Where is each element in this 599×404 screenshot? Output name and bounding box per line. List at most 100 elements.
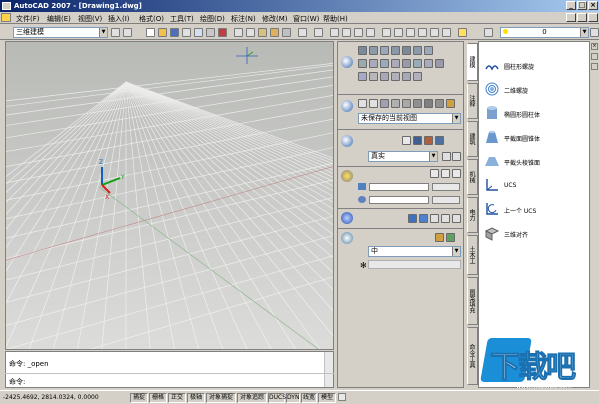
chevron-down-icon[interactable]: ▼ bbox=[580, 28, 588, 37]
material-edit-icon[interactable] bbox=[452, 214, 461, 223]
minimize-button[interactable]: _ bbox=[566, 1, 576, 10]
3d-make-icon[interactable] bbox=[341, 56, 353, 68]
undo-icon[interactable] bbox=[298, 28, 307, 37]
planar-surface-icon[interactable] bbox=[402, 72, 411, 81]
top-view-icon[interactable] bbox=[435, 99, 444, 108]
material-sphere-icon[interactable] bbox=[408, 214, 417, 223]
document-icon[interactable] bbox=[1, 13, 11, 22]
conceptual-style-icon[interactable] bbox=[424, 136, 433, 145]
material-attach-icon[interactable] bbox=[430, 214, 439, 223]
point-light-icon[interactable] bbox=[430, 169, 439, 178]
style-option-icon[interactable] bbox=[442, 152, 451, 161]
grid-toggle[interactable]: 栅格 bbox=[149, 393, 167, 403]
subtract-icon[interactable] bbox=[424, 59, 433, 68]
zoom-view-icon[interactable] bbox=[369, 99, 378, 108]
render-env-field[interactable] bbox=[368, 260, 461, 269]
3d-dwf-icon[interactable] bbox=[218, 28, 227, 37]
spot-light-icon[interactable] bbox=[441, 169, 450, 178]
workspace-select[interactable]: 三维建模 ▼ bbox=[13, 27, 108, 38]
match-properties-icon[interactable] bbox=[270, 28, 279, 37]
tool-ucs-previous[interactable]: 上一个 UCS bbox=[484, 201, 594, 219]
menu-window[interactable]: 窗口(W) bbox=[293, 14, 319, 24]
fly-icon[interactable] bbox=[413, 99, 422, 108]
tab-hatch[interactable]: 图案填充 bbox=[467, 277, 478, 325]
slice-icon[interactable] bbox=[358, 72, 367, 81]
doc-restore-button[interactable] bbox=[577, 13, 587, 22]
chevron-down-icon[interactable]: ▼ bbox=[452, 114, 460, 123]
open-file-icon[interactable] bbox=[158, 28, 167, 37]
visual-style-select[interactable]: 真实 ▼ bbox=[368, 151, 438, 162]
render-setup-icon[interactable] bbox=[435, 233, 444, 242]
cylinder-icon[interactable] bbox=[369, 46, 378, 55]
tool-3d-align[interactable]: 三维对齐 bbox=[484, 225, 594, 243]
doc-minimize-button[interactable] bbox=[566, 13, 576, 22]
manage-styles-icon[interactable] bbox=[435, 136, 444, 145]
material-detach-icon[interactable] bbox=[441, 214, 450, 223]
palette-properties-icon[interactable] bbox=[591, 63, 598, 70]
layer-select[interactable]: 0 ▼ bbox=[500, 27, 589, 38]
toolbar-lock-icon[interactable] bbox=[123, 28, 132, 37]
workspace-settings-icon[interactable] bbox=[111, 28, 120, 37]
close-button[interactable]: × bbox=[588, 1, 598, 10]
section-plane-icon[interactable] bbox=[391, 72, 400, 81]
contrast-slider[interactable] bbox=[369, 196, 429, 204]
chevron-down-icon[interactable]: ▼ bbox=[429, 152, 437, 161]
distant-light-icon[interactable] bbox=[452, 169, 461, 178]
named-view-select[interactable]: 未保存的当前视图 ▼ bbox=[358, 113, 461, 124]
layer-manager-icon[interactable] bbox=[484, 28, 493, 37]
cone-icon[interactable] bbox=[380, 46, 389, 55]
torus-icon[interactable] bbox=[424, 46, 433, 55]
paste-icon[interactable] bbox=[258, 28, 267, 37]
interfere-icon[interactable] bbox=[380, 72, 389, 81]
command-window[interactable]: 命令: _open 命令: bbox=[5, 351, 334, 388]
tab-modeling[interactable]: 建模 bbox=[467, 43, 478, 81]
render-env-icon[interactable]: ✻ bbox=[360, 261, 367, 270]
tab-mechanical[interactable]: 机械 bbox=[467, 159, 478, 195]
tool-elliptical-cylinder[interactable]: 椭圆形圆柱体 bbox=[484, 105, 594, 123]
command-prompt[interactable]: 命令: bbox=[9, 377, 25, 387]
cut-icon[interactable] bbox=[234, 28, 243, 37]
front-view-icon[interactable] bbox=[424, 99, 433, 108]
copy-icon[interactable] bbox=[246, 28, 255, 37]
walk-icon[interactable] bbox=[402, 99, 411, 108]
3d-navigate-icon[interactable] bbox=[341, 100, 353, 112]
material-map-icon[interactable] bbox=[419, 214, 428, 223]
ortho-toggle[interactable]: 正交 bbox=[168, 393, 186, 403]
model-toggle[interactable]: 模型 bbox=[318, 393, 336, 403]
3d-move-icon[interactable] bbox=[413, 72, 422, 81]
menu-insert[interactable]: 插入(I) bbox=[108, 14, 130, 24]
properties-icon[interactable] bbox=[382, 28, 391, 37]
union-icon[interactable] bbox=[413, 59, 422, 68]
chevron-down-icon[interactable]: ▼ bbox=[452, 247, 460, 256]
brightness-slider[interactable] bbox=[369, 183, 429, 191]
command-scrollbar[interactable] bbox=[324, 352, 333, 387]
design-center-icon[interactable] bbox=[394, 28, 403, 37]
wedge-icon[interactable] bbox=[413, 46, 422, 55]
calculator-icon[interactable] bbox=[442, 28, 451, 37]
redo-icon[interactable] bbox=[314, 28, 323, 37]
markup-icon[interactable] bbox=[430, 28, 439, 37]
sphere-icon[interactable] bbox=[391, 46, 400, 55]
sweep-icon[interactable] bbox=[380, 59, 389, 68]
plot-icon[interactable] bbox=[182, 28, 191, 37]
tool-frustum-cone[interactable]: 平截面圆锥体 bbox=[484, 129, 594, 147]
menu-view[interactable]: 视图(V) bbox=[78, 14, 102, 24]
tool-palettes-icon[interactable] bbox=[406, 28, 415, 37]
render-run-icon[interactable] bbox=[446, 233, 455, 242]
tab-command-tools[interactable]: 命令工具 bbox=[467, 327, 478, 385]
menu-tools[interactable]: 工具(T) bbox=[170, 14, 194, 24]
render-icon[interactable] bbox=[341, 232, 353, 244]
style-option-2-icon[interactable] bbox=[452, 152, 461, 161]
tool-frustum-pyramid[interactable]: 平截头棱锥面 bbox=[484, 153, 594, 171]
menu-format[interactable]: 格式(O) bbox=[139, 14, 164, 24]
sheet-set-icon[interactable] bbox=[418, 28, 427, 37]
polar-toggle[interactable]: 极轴 bbox=[187, 393, 205, 403]
render-quality-select[interactable]: 中 ▼ bbox=[368, 246, 461, 257]
zoom-window-icon[interactable] bbox=[354, 28, 363, 37]
zoom-previous-icon[interactable] bbox=[366, 28, 375, 37]
menu-edit[interactable]: 编辑(E) bbox=[47, 14, 71, 24]
tab-architecture[interactable]: 建筑 bbox=[467, 121, 478, 157]
contrast-input[interactable] bbox=[432, 196, 460, 204]
drawing-viewport[interactable]: Z Y X bbox=[5, 41, 334, 350]
dyn-toggle[interactable]: DYN bbox=[286, 393, 300, 403]
